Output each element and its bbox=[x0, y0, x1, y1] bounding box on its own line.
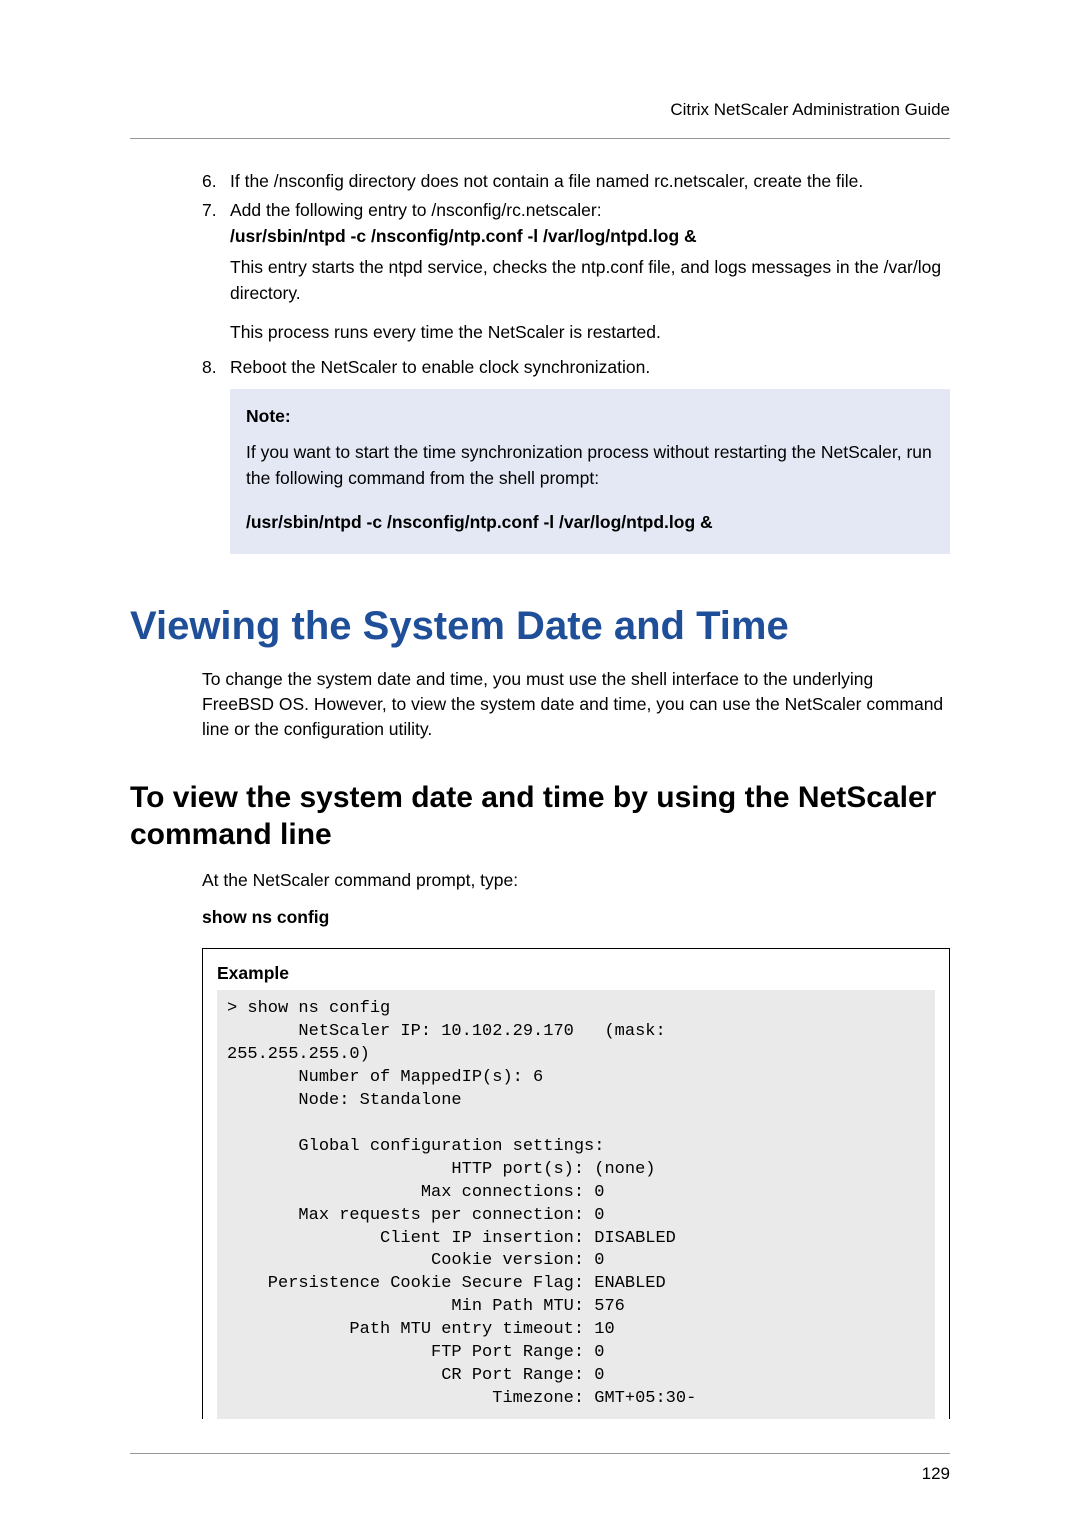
note-label: Note: bbox=[246, 403, 934, 429]
footer-rule bbox=[130, 1453, 950, 1454]
prompt-paragraph: At the NetScaler command prompt, type: bbox=[202, 868, 950, 893]
note-box: Note: If you want to start the time sync… bbox=[230, 389, 950, 554]
running-header: Citrix NetScaler Administration Guide bbox=[130, 100, 950, 120]
example-code: > show ns config NetScaler IP: 10.102.29… bbox=[217, 990, 935, 1419]
heading-h2: To view the system date and time by usin… bbox=[130, 779, 950, 854]
step-7-explain-1: This entry starts the ntpd service, chec… bbox=[230, 255, 950, 306]
example-label: Example bbox=[217, 963, 935, 984]
step-number: 8. bbox=[202, 355, 230, 380]
step-7-command: /usr/sbin/ntpd -c /nsconfig/ntp.conf -l … bbox=[230, 226, 697, 246]
step-7: 7. Add the following entry to /nsconfig/… bbox=[202, 198, 950, 249]
header-rule bbox=[130, 138, 950, 139]
step-6: 6. If the /nsconfig directory does not c… bbox=[202, 169, 950, 194]
intro-paragraph: To change the system date and time, you … bbox=[202, 667, 950, 743]
step-text: If the /nsconfig directory does not cont… bbox=[230, 169, 950, 194]
step-text: Reboot the NetScaler to enable clock syn… bbox=[230, 355, 950, 380]
page: Citrix NetScaler Administration Guide 6.… bbox=[0, 0, 1080, 1534]
step-text: Add the following entry to /nsconfig/rc.… bbox=[230, 198, 950, 249]
example-block: Example > show ns config NetScaler IP: 1… bbox=[202, 948, 950, 1419]
page-number: 129 bbox=[130, 1464, 950, 1484]
note-command: /usr/sbin/ntpd -c /nsconfig/ntp.conf -l … bbox=[246, 509, 934, 535]
show-command: show ns config bbox=[202, 907, 950, 928]
step-number: 7. bbox=[202, 198, 230, 249]
note-body: If you want to start the time synchroniz… bbox=[246, 439, 934, 492]
step-7-line1: Add the following entry to /nsconfig/rc.… bbox=[230, 200, 602, 220]
numbered-list: 6. If the /nsconfig directory does not c… bbox=[202, 169, 950, 554]
heading-h1: Viewing the System Date and Time bbox=[130, 604, 950, 649]
step-8: 8. Reboot the NetScaler to enable clock … bbox=[202, 355, 950, 380]
step-7-explain-2: This process runs every time the NetScal… bbox=[230, 320, 950, 345]
step-number: 6. bbox=[202, 169, 230, 194]
